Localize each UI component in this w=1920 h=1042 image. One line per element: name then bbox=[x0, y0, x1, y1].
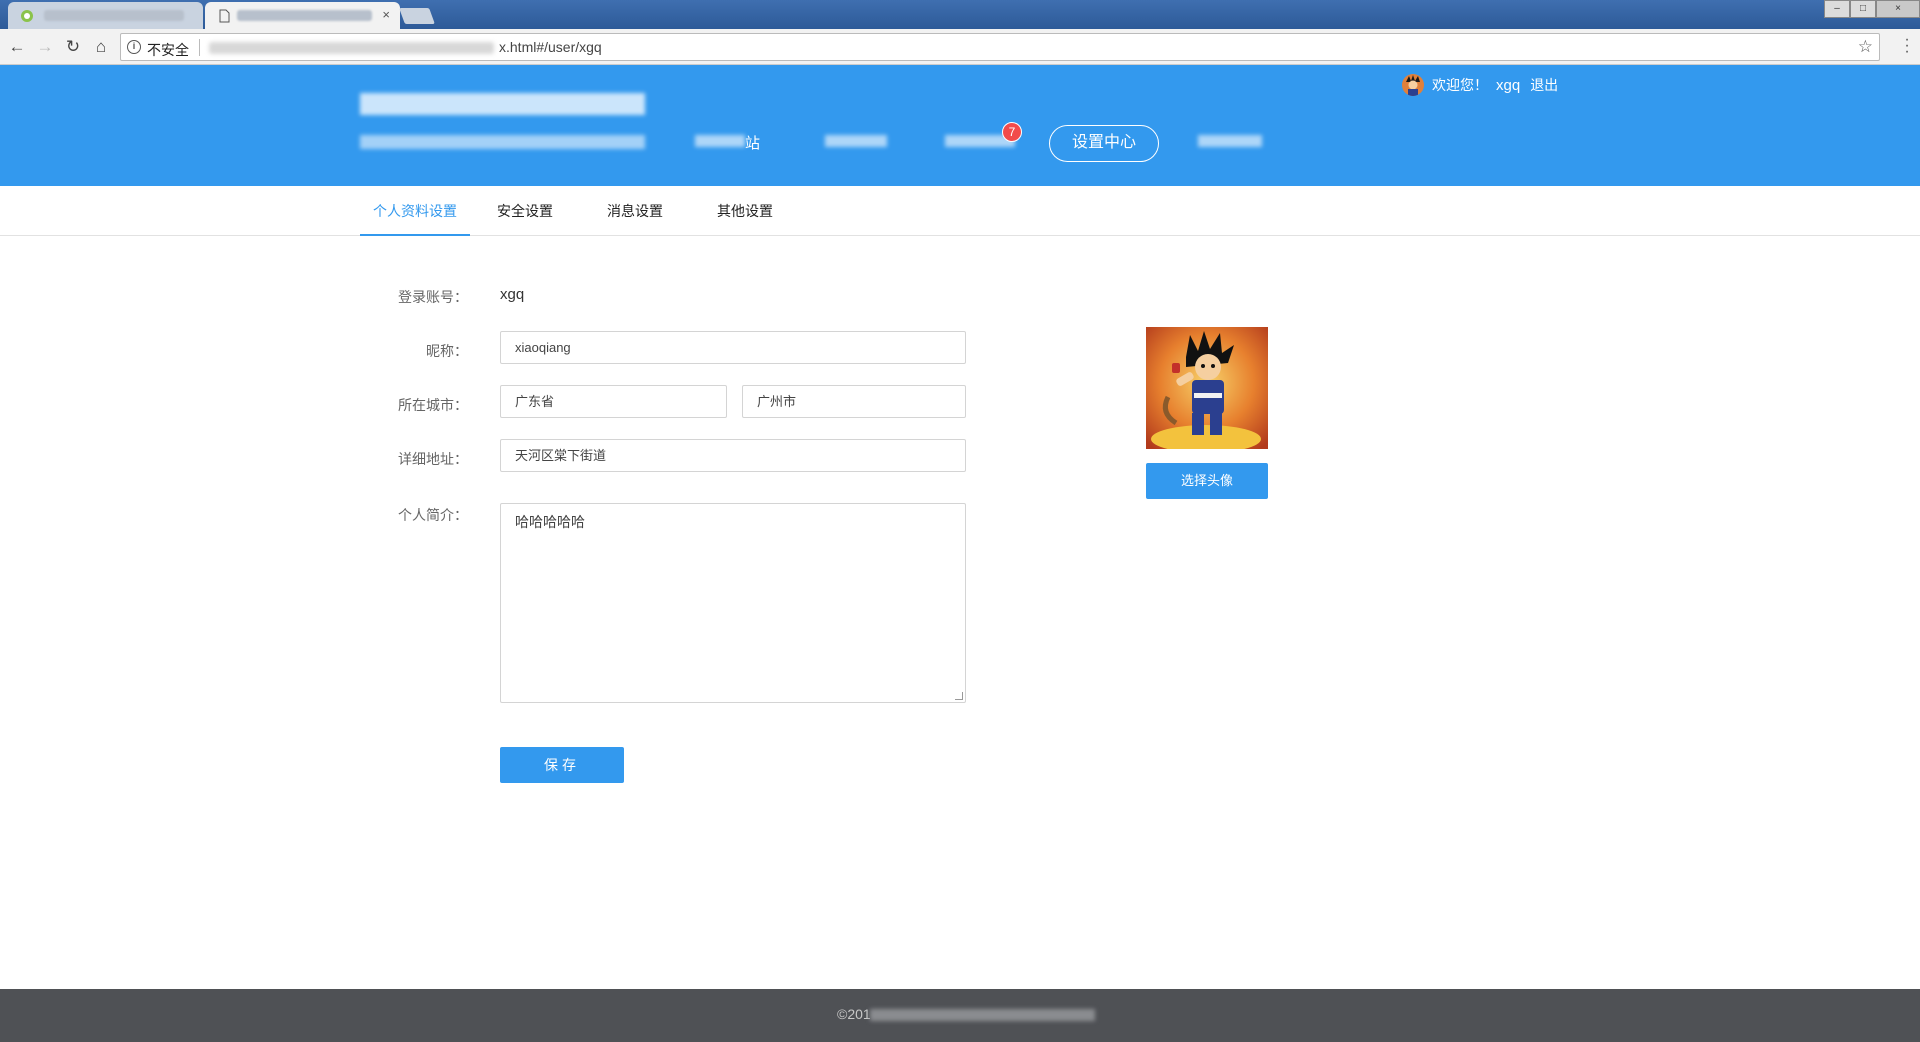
address-divider bbox=[199, 39, 200, 56]
url-text: x.html#/user/xgq bbox=[499, 39, 602, 55]
security-label: 不安全 bbox=[147, 42, 189, 58]
address-bar[interactable]: i 不安全 x.html#/user/xgq ☆ bbox=[120, 33, 1880, 61]
copyright-blurred bbox=[870, 1009, 1095, 1021]
tab-title-blurred bbox=[237, 10, 372, 21]
settings-tabs: 个人资料设置 安全设置 消息设置 其他设置 bbox=[0, 186, 1920, 236]
reload-icon[interactable]: ↻ bbox=[62, 36, 84, 58]
settings-center-button[interactable]: 设置中心 bbox=[1049, 125, 1159, 162]
user-bar: 欢迎您！ xgq 退出 bbox=[1402, 73, 1558, 97]
nickname-input[interactable]: xiaoqiang bbox=[500, 331, 966, 364]
window-controls: – □ × bbox=[1824, 0, 1920, 18]
home-icon[interactable]: ⌂ bbox=[90, 36, 112, 58]
tab-profile-settings[interactable]: 个人资料设置 bbox=[360, 186, 470, 236]
copyright-text: ©201 bbox=[837, 1006, 871, 1022]
logout-link[interactable]: 退出 bbox=[1530, 75, 1558, 95]
forward-arrow-icon[interactable]: → bbox=[34, 36, 56, 58]
maximize-icon[interactable]: □ bbox=[1850, 0, 1876, 18]
user-avatar[interactable] bbox=[1402, 74, 1424, 96]
browser-menu-icon[interactable]: · · · bbox=[1902, 32, 1912, 60]
address-label: 详细地址： bbox=[398, 451, 468, 467]
tab-other-settings[interactable]: 其他设置 bbox=[690, 186, 800, 236]
browser-tab-active[interactable]: × bbox=[205, 2, 400, 29]
nav-item-5-blurred[interactable] bbox=[1198, 135, 1262, 147]
new-tab-button[interactable] bbox=[399, 8, 435, 24]
tab-title-blurred bbox=[44, 10, 184, 21]
back-arrow-icon[interactable]: ← bbox=[6, 36, 28, 58]
bio-textarea[interactable]: 哈哈哈哈哈 bbox=[500, 503, 966, 703]
choose-avatar-button[interactable]: 选择头像 bbox=[1146, 463, 1268, 499]
province-input[interactable]: 广东省 bbox=[500, 385, 727, 418]
nav-item-2-blurred[interactable] bbox=[825, 135, 887, 147]
site-favicon-icon bbox=[21, 10, 33, 22]
minimize-icon[interactable]: – bbox=[1824, 0, 1850, 18]
site-footer: ©201 bbox=[0, 989, 1920, 1042]
nickname-label: 昵称： bbox=[426, 343, 468, 359]
page-icon bbox=[219, 9, 230, 23]
site-slogan-blurred bbox=[360, 135, 645, 149]
city-label: 所在城市： bbox=[398, 397, 468, 413]
tab-message-settings[interactable]: 消息设置 bbox=[580, 186, 690, 236]
profile-avatar-image bbox=[1146, 327, 1268, 449]
url-blurred bbox=[209, 42, 494, 54]
tab-close-icon[interactable]: × bbox=[382, 7, 390, 22]
site-header: 站 7 设置中心 欢迎您！ xgq 退出 bbox=[0, 65, 1920, 186]
bio-label: 个人简介： bbox=[398, 507, 468, 523]
site-logo-blurred[interactable] bbox=[360, 93, 645, 115]
save-button[interactable]: 保存 bbox=[500, 747, 624, 783]
close-window-icon[interactable]: × bbox=[1876, 0, 1920, 18]
browser-toolbar: ← → ↻ ⌂ i 不安全 x.html#/user/xgq ☆ · · · bbox=[0, 29, 1920, 65]
bookmark-star-icon[interactable]: ☆ bbox=[1858, 37, 1873, 57]
account-label: 登录账号： bbox=[398, 289, 468, 305]
bio-text: 哈哈哈哈哈 bbox=[515, 514, 585, 530]
city-input[interactable]: 广州市 bbox=[742, 385, 966, 418]
browser-tab-inactive[interactable] bbox=[8, 2, 203, 29]
welcome-text: 欢迎您！ bbox=[1432, 77, 1488, 93]
browser-tab-strip: × – □ × bbox=[0, 0, 1920, 29]
nav-item-1-blurred[interactable] bbox=[695, 135, 745, 147]
nav-item-1-suffix[interactable]: 站 bbox=[745, 132, 760, 153]
resize-handle-icon[interactable] bbox=[955, 692, 963, 700]
info-icon[interactable]: i bbox=[127, 40, 141, 54]
notification-badge: 7 bbox=[1002, 122, 1022, 142]
username-link[interactable]: xgq bbox=[1496, 77, 1520, 94]
address-input[interactable]: 天河区棠下街道 bbox=[500, 439, 966, 472]
tab-security-settings[interactable]: 安全设置 bbox=[470, 186, 580, 236]
account-value: xgq bbox=[500, 286, 525, 303]
